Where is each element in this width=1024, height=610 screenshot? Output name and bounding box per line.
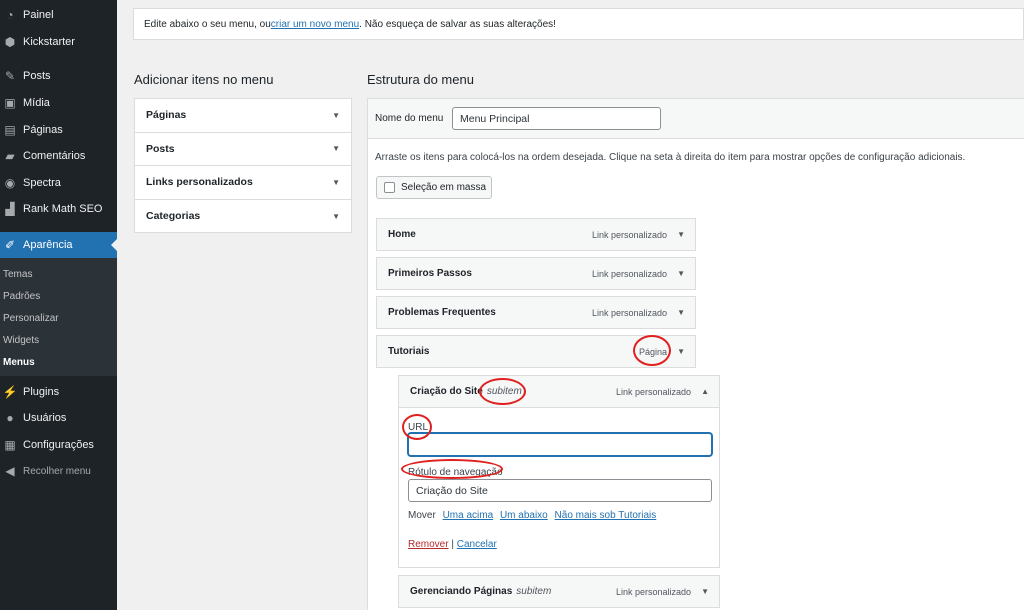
add-items-accordion: Páginas ▼ Posts ▼ Links personalizados ▼ Ca…: [134, 98, 352, 233]
notice-bar: Edite abaixo o seu menu, ou criar um nov…: [133, 8, 1024, 40]
menu-item-gerenciando-paginas[interactable]: Gerenciando Páginas subitem Link personal…: [398, 575, 720, 608]
drag-hint: Arraste os itens para colocá-los na orde…: [375, 152, 966, 163]
create-new-menu-link[interactable]: criar um novo menu: [271, 19, 359, 30]
menu-item-home[interactable]: Home Link personalizado ▼: [376, 218, 696, 251]
kickstarter-icon: ⬢: [4, 35, 16, 49]
nav-label-label: Rótulo de navegação: [408, 467, 503, 478]
url-input[interactable]: [408, 433, 712, 456]
sidebar-item-usuarios[interactable]: ● Usuários: [0, 405, 117, 431]
accordion-posts[interactable]: Posts ▼: [135, 133, 351, 166]
sidebar-item-rankmath[interactable]: ▟ Rank Math SEO: [0, 196, 117, 222]
triangle-down-icon[interactable]: ▼: [677, 269, 685, 278]
menu-name-label: Nome do menu: [375, 113, 444, 124]
submenu-temas[interactable]: Temas: [3, 269, 32, 280]
dashboard-icon: ◔: [6, 8, 14, 22]
menu-structure-title: Estrutura do menu: [367, 72, 474, 87]
subitem-tag: subitem: [486, 386, 522, 397]
comment-icon: ▰: [5, 149, 15, 163]
collapse-menu-button[interactable]: ◀ Recolher menu: [0, 458, 117, 484]
triangle-down-icon[interactable]: ▼: [701, 587, 709, 596]
bulk-select-button[interactable]: Seleção em massa: [376, 176, 492, 199]
sidebar-item-plugins[interactable]: ⚡ Plugins: [0, 379, 117, 405]
menu-item-problemas-frequentes[interactable]: Problemas Frequentes Link personalizado …: [376, 296, 696, 329]
menu-structure-panel: Nome do menu Menu Principal Arraste os i…: [367, 98, 1024, 610]
active-indicator: [111, 239, 117, 251]
triangle-up-icon[interactable]: ▲: [701, 387, 709, 396]
media-icon: ▣: [4, 96, 16, 110]
move-out-link[interactable]: Não mais sob Tutoriais: [555, 510, 657, 521]
submenu-personalizar[interactable]: Personalizar: [3, 313, 59, 324]
move-row: Mover Uma acima Um abaixo Não mais sob T…: [408, 510, 657, 521]
spectra-icon: ◉: [4, 176, 16, 190]
user-icon: ●: [6, 411, 14, 425]
sidebar-item-painel[interactable]: ◔ Painel: [0, 2, 117, 28]
menu-item-settings: URL Rótulo de navegação Criação do Site …: [398, 408, 720, 568]
brush-icon: ✐: [4, 238, 16, 252]
menu-name-bar: Nome do menu Menu Principal: [368, 99, 1024, 139]
sidebar-item-kickstarter[interactable]: ⬢ Kickstarter: [0, 29, 117, 55]
triangle-down-icon: ▼: [332, 177, 340, 187]
submenu-widgets[interactable]: Widgets: [3, 335, 39, 346]
appearance-submenu: Temas Padrões Personalizar Widgets Menus: [0, 258, 117, 376]
sidebar-item-aparencia[interactable]: ✐ Aparência: [0, 232, 117, 258]
pages-icon: ▤: [4, 123, 16, 137]
sidebar-item-spectra[interactable]: ◉ Spectra: [0, 170, 117, 196]
collapse-icon: ◀: [5, 464, 15, 478]
triangle-down-icon: ▼: [332, 211, 340, 221]
sidebar-item-posts[interactable]: ✎ Posts: [0, 63, 117, 89]
menu-item-tutoriais[interactable]: Tutoriais Página ▼: [376, 335, 696, 368]
accordion-paginas[interactable]: Páginas ▼: [135, 99, 351, 133]
submenu-padroes[interactable]: Padrões: [3, 291, 40, 302]
admin-sidebar: ◔ Painel ⬢ Kickstarter ✎ Posts ▣ Mídia ▤…: [0, 0, 117, 610]
plugin-icon: ⚡: [2, 385, 18, 399]
remove-link[interactable]: Remover: [408, 539, 449, 550]
bulk-select-checkbox[interactable]: [384, 182, 395, 193]
submenu-menus[interactable]: Menus: [3, 357, 35, 368]
sidebar-item-midia[interactable]: ▣ Mídia: [0, 90, 117, 116]
triangle-down-icon: ▼: [332, 110, 340, 120]
sidebar-item-comentarios[interactable]: ▰ Comentários: [0, 143, 117, 169]
move-down-link[interactable]: Um abaixo: [500, 510, 548, 521]
accordion-categorias[interactable]: Categorias ▼: [135, 200, 351, 234]
accordion-links-personalizados[interactable]: Links personalizados ▼: [135, 166, 351, 200]
triangle-down-icon[interactable]: ▼: [677, 308, 685, 317]
pin-icon: ✎: [4, 69, 16, 83]
cancel-link[interactable]: Cancelar: [457, 539, 497, 550]
sidebar-item-paginas[interactable]: ▤ Páginas: [0, 117, 117, 143]
item-actions: Remover | Cancelar: [408, 539, 497, 550]
menu-name-input[interactable]: Menu Principal: [452, 107, 661, 130]
sidebar-item-configuracoes[interactable]: ▦ Configurações: [0, 432, 117, 458]
triangle-down-icon: ▼: [332, 144, 340, 154]
subitem-tag: subitem: [516, 586, 552, 597]
menu-item-primeiros-passos[interactable]: Primeiros Passos Link personalizado ▼: [376, 257, 696, 290]
nav-label-input[interactable]: Criação do Site: [408, 479, 712, 502]
triangle-down-icon[interactable]: ▼: [677, 347, 685, 356]
url-label: URL: [408, 422, 429, 433]
triangle-down-icon[interactable]: ▼: [677, 230, 685, 239]
settings-icon: ▦: [4, 438, 16, 452]
chart-icon: ▟: [5, 202, 15, 216]
add-items-title: Adicionar itens no menu: [134, 72, 274, 87]
menu-item-criacao-do-site[interactable]: Criação do Site subitem Link personalizad…: [398, 375, 720, 408]
move-up-link[interactable]: Uma acima: [443, 510, 494, 521]
